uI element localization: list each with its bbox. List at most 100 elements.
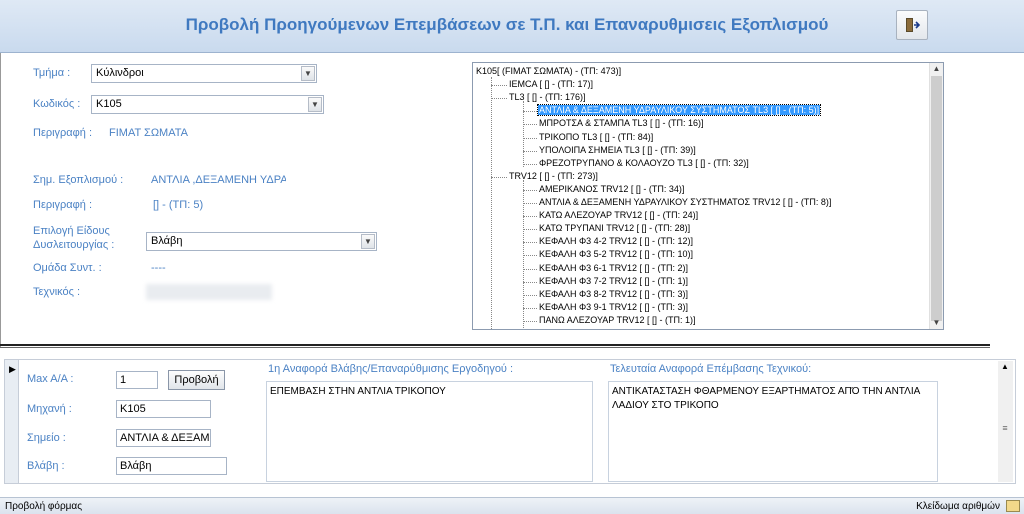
tree-connector xyxy=(523,255,537,257)
tree-node-label: ΚΕΦΑΛΗ Φ3 8-2 TRV12 [ [] - (ΤΠ: 3)] xyxy=(539,288,688,299)
tree-connector xyxy=(523,124,537,126)
tree-connector xyxy=(523,216,537,218)
vlavi-label: Βλάβη : xyxy=(27,460,65,472)
tree-node[interactable]: ΠΑΝΩ ΑΛΕΖΟΥΑΡ TRV12 [ [] - (ΤΠ: 1)] xyxy=(538,314,697,327)
view-button[interactable]: Προβολή xyxy=(168,370,225,390)
chevron-down-icon[interactable]: ▼ xyxy=(361,234,375,249)
first-report-textarea[interactable]: ΕΠΕΜΒΑΣΗ ΣΤΗΝ ΑΝΤΛΙΑ ΤΡΙΚΟΠΟΥ xyxy=(266,381,593,482)
tree-connector xyxy=(523,111,537,113)
exit-button[interactable] xyxy=(896,10,928,40)
form-header: Προβολή Προηγούμενων Επεμβάσεων σε Τ.Π. … xyxy=(0,0,1024,53)
tree-node[interactable]: ΚΕΦΑΛΗ Φ3 7-2 TRV12 [ [] - (ΤΠ: 1)] xyxy=(538,275,689,288)
epilogi-combo-value: Βλάβη xyxy=(151,235,183,247)
tree-node-label: ΦΡΕΖΟΤΡΥΠΑΝΟ & ΚΟΛΑΟΥΖΟ TL3 [ [] - (ΤΠ: … xyxy=(539,157,749,168)
separator xyxy=(0,347,990,348)
tree-connector xyxy=(523,203,537,204)
tree-node[interactable]: ΑΝΤΛΙΑ & ΔΕΞΑΜΕΝΗ ΥΔΡΑΥΛΙΚΟΥ ΣΥΣΤΗΜΑΤΟΣ … xyxy=(538,196,832,209)
tree-node-label: ΥΠΟΛΟΙΠΑ ΣΗΜΕΙΑ TL3 [ [] - (ΤΠ: 39)] xyxy=(539,144,696,155)
perigrafi2-value: [] - (ΤΠ: 5) xyxy=(153,199,204,211)
max-input[interactable]: 1 xyxy=(116,371,158,389)
omada-value: ---- xyxy=(151,262,166,274)
tree-node-label: ΑΝΤΛΙΑ & ΔΕΞΑΜΕΝΗ ΥΔΡΑΥΛΙΚΟΥ ΣΥΣΤΗΜΑΤΟΣ … xyxy=(536,104,822,117)
current-record-icon: ▶ xyxy=(9,364,16,374)
tree-node[interactable]: ΚΑΤΩ ΑΛΕΖΟΥΑΡ TRV12 [ [] - (ΤΠ: 24)] xyxy=(538,209,699,222)
tree-node[interactable]: IEMCA [ [] - (ΤΠ: 17)] xyxy=(508,78,594,91)
texnikos-label: Τεχνικός : xyxy=(33,286,81,298)
form-view-icon[interactable] xyxy=(1006,500,1020,512)
simeio-value: ΑΝΤΛΙΑ ,ΔΕΞΑΜΕΝΗ ΥΔΡΑΥ xyxy=(151,174,286,186)
tree-content[interactable]: K105[ (FIMAT ΣΩΜΑΤΑ) - (ΤΠ: 473)] IEMCA [… xyxy=(473,63,928,329)
status-bar: Προβολή φόρμας Κλείδωμα αριθμών xyxy=(0,497,1024,514)
max-label: Max A/A : xyxy=(27,373,74,385)
omada-label: Ομάδα Συντ. : xyxy=(33,262,102,274)
tree-node[interactable]: ΦΡΕΖΟΤΡΥΠΑΝΟ & ΚΟΛΑΟΥΖΟ TL3 [ [] - (ΤΠ: … xyxy=(538,157,750,170)
tree-node[interactable]: ΚΕΦΑΛΗ Φ3 4-2 TRV12 [ [] - (ΤΠ: 12)] xyxy=(538,235,694,248)
scroll-down-icon[interactable]: ▼ xyxy=(930,317,943,329)
tree-node[interactable]: ΥΠΟΛΟΙΠΑ ΣΗΜΕΙΑ TL3 [ [] - (ΤΠ: 39)] xyxy=(538,144,697,157)
scroll-thumb[interactable] xyxy=(931,76,942,321)
tree-node[interactable]: ΚΕΦΑΛΗ Φ3 5-2 TRV12 [ [] - (ΤΠ: 10)] xyxy=(538,248,694,261)
tree-node-label: ΚΕΦΑΛΗ Φ3 7-2 TRV12 [ [] - (ΤΠ: 1)] xyxy=(539,275,688,286)
tree-connector xyxy=(491,176,507,178)
tmima-combo-value: Κύλινδροι xyxy=(96,67,144,79)
scroll-up-icon[interactable]: ▲ xyxy=(930,63,943,75)
tree-connector xyxy=(491,85,507,87)
perigrafi2-label: Περιγραφή : xyxy=(33,199,93,211)
tree-node[interactable]: ΚΕΦΑΛΗ Φ3 6-1 TRV12 [ [] - (ΤΠ: 2)] xyxy=(538,262,689,275)
last-report-textarea[interactable]: ΑΝΤΙΚΑΤΑΣΤΑΣΗ ΦΘΑΡΜΕΝΟΥ ΕΞΑΡΤΗΜΑΤΟΣ ΑΠΌ … xyxy=(608,381,938,482)
tree-node-label: ΚΕΦΑΛΗ Φ3 5-2 TRV12 [ [] - (ΤΠ: 10)] xyxy=(539,249,693,260)
first-report-label: 1η Αναφορά Βλάβης/Επαναρύθμισης Εργοδηγο… xyxy=(268,363,514,375)
vlavi-field[interactable]: Βλάβη xyxy=(116,457,227,475)
tree-node-label: ΑΜΕΡΙΚΑΝΟΣ TRV12 [ [] - (ΤΠ: 34)] xyxy=(539,183,685,194)
chevron-down-icon[interactable]: ▼ xyxy=(308,97,322,112)
tree-node[interactable]: ΤΡΙΚΟΠΟ TL3 [ [] - (ΤΠ: 84)] xyxy=(538,131,654,144)
scroll-up-icon[interactable]: ▲ xyxy=(999,362,1011,372)
tree-node-label: ΑΝΤΛΙΑ & ΔΕΞΑΜΕΝΗ ΥΔΡΑΥΛΙΚΟΥ ΣΥΣΤΗΜΑΤΟΣ … xyxy=(539,197,832,207)
page-title: Προβολή Προηγούμενων Επεμβάσεων σε Τ.Π. … xyxy=(185,15,829,34)
tree-node[interactable]: ΑΜΕΡΙΚΑΝΟΣ TRV12 [ [] - (ΤΠ: 34)] xyxy=(538,183,685,196)
tree-node-label: IEMCA [ [] - (ΤΠ: 17)] xyxy=(509,79,594,90)
tree-node[interactable]: K105[ (FIMAT ΣΩΜΑΤΑ) - (ΤΠ: 473)] xyxy=(475,65,622,78)
tree-connector xyxy=(523,179,524,329)
tree-node[interactable]: ΚΕΦΑΛΗ Φ3 8-2 TRV12 [ [] - (ΤΠ: 3)] xyxy=(538,288,689,301)
tree-connector xyxy=(523,101,524,167)
epilogi-combo[interactable]: Βλάβη ▼ xyxy=(146,232,377,251)
simeio-field[interactable]: ΑΝΤΛΙΑ & ΔΕΞΑΜ xyxy=(116,429,211,447)
tree-scrollbar[interactable]: ▲ ▼ xyxy=(929,63,943,329)
tree-node[interactable]: TL3 [ [] - (ΤΠ: 176)] xyxy=(508,91,587,104)
perigrafi-label: Περιγραφή : xyxy=(33,127,93,139)
tree-connector xyxy=(523,294,537,296)
kodikos-combo[interactable]: K105 ▼ xyxy=(91,95,324,114)
tree-connector xyxy=(523,189,537,191)
record-selector[interactable]: ▶ xyxy=(5,360,19,483)
mixani-label: Μηχανή : xyxy=(27,403,72,415)
tree-node[interactable]: ΑΝΤΛΙΑ & ΔΕΞΑΜΕΝΗ ΥΔΡΑΥΛΙΚΟΥ ΣΥΣΤΗΜΑΤΟΣ … xyxy=(536,104,822,117)
tree-node-label: ΚΕΦΑΛΗ Φ3 4-2 TRV12 [ [] - (ΤΠ: 12)] xyxy=(539,236,693,247)
subform-scrollbar[interactable]: ▲ ≡ xyxy=(998,361,1013,482)
tree-node-label: TRV12 [ [] - (ΤΠ: 273)] xyxy=(509,170,598,181)
tmima-label: Τμήμα : xyxy=(33,67,71,79)
tmima-combo[interactable]: Κύλινδροι ▼ xyxy=(91,64,317,83)
tree-node-label: ΚΕΦΑΛΗ Φ3 6-1 TRV12 [ [] - (ΤΠ: 2)] xyxy=(539,262,688,273)
tree-node[interactable]: ΚΑΤΩ ΤΡΥΠΑΝΙ TRV12 [ [] - (ΤΠ: 28)] xyxy=(538,222,691,235)
tree-node-label: ΠΑΝΩ ΑΛΕΖΟΥΑΡ TRV12 [ [] - (ΤΠ: 1)] xyxy=(539,314,696,325)
tree-connector xyxy=(523,163,537,165)
kodikos-label: Κωδικός : xyxy=(33,98,81,110)
chevron-down-icon[interactable]: ▼ xyxy=(301,66,315,81)
tree-connector xyxy=(523,137,537,139)
tree-node-label: ΤΡΙΚΟΠΟ TL3 [ [] - (ΤΠ: 84)] xyxy=(539,131,654,142)
texnikos-value-redacted xyxy=(146,284,272,300)
mixani-field[interactable]: K105 xyxy=(116,400,211,418)
equipment-tree[interactable]: K105[ (FIMAT ΣΩΜΑΤΑ) - (ΤΠ: 473)] IEMCA [… xyxy=(472,62,944,330)
tree-node[interactable]: TRV12 [ [] - (ΤΠ: 273)] xyxy=(508,170,599,183)
tree-node-label: ΚΑΤΩ ΑΛΕΖΟΥΑΡ TRV12 [ [] - (ΤΠ: 24)] xyxy=(539,210,699,221)
last-report-label: Τελευταία Αναφορά Επέμβασης Τεχνικού: xyxy=(610,363,812,375)
form-left-border xyxy=(0,53,1,347)
scroll-grip-icon[interactable]: ≡ xyxy=(999,423,1011,433)
tree-node[interactable]: ΜΠΡΟΤΣΑ & ΣΤΑΜΠΑ TL3 [ [] - (ΤΠ: 16)] xyxy=(538,117,704,130)
tree-connector xyxy=(523,320,537,322)
tree-node[interactable]: ΚΕΦΑΛΗ Φ3 9-1 TRV12 [ [] - (ΤΠ: 3)] xyxy=(538,301,689,314)
tree-connector xyxy=(523,268,537,270)
epilogi-label: Επιλογή Είδους Δυσλειτουργίας : xyxy=(33,224,114,252)
tree-connector xyxy=(523,307,537,309)
